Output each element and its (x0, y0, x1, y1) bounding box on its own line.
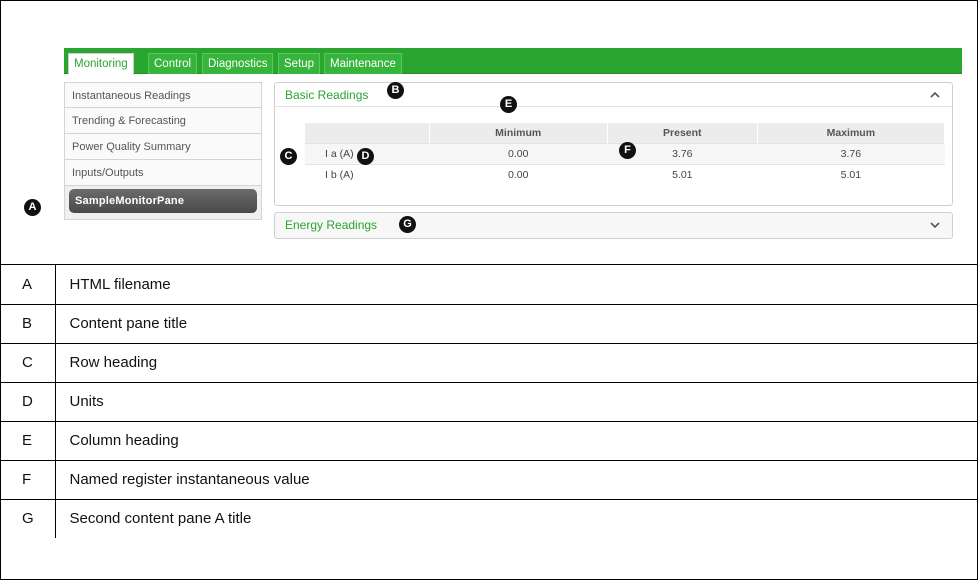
sidebar-item-instantaneous-readings[interactable]: Instantaneous Readings (64, 82, 262, 108)
callout-g: G (399, 216, 416, 233)
legend-key: A (0, 265, 56, 305)
tab-monitoring[interactable]: Monitoring (68, 53, 134, 75)
legend-key: E (0, 421, 56, 461)
callout-d: D (357, 148, 374, 165)
sidebar-item-trending-forecasting[interactable]: Trending & Forecasting (64, 108, 262, 134)
column-heading-minimum: Minimum (429, 123, 608, 143)
chevron-down-icon[interactable] (928, 218, 942, 232)
cell-minimum: 0.00 (429, 142, 608, 164)
legend-row: F Named register instantaneous value (0, 460, 978, 500)
chevron-up-icon[interactable] (928, 88, 942, 102)
legend-table: A HTML filename B Content pane title C Row … (0, 265, 978, 538)
legend-key: C (0, 343, 56, 383)
legend-row: A HTML filename (0, 265, 978, 305)
legend-description: Column heading (55, 421, 978, 461)
cell-present: 5.01 (607, 163, 758, 185)
legend-row: G Second content pane A title (0, 499, 978, 538)
callout-c: C (280, 148, 297, 165)
table-row: I b (A) 0.00 5.01 5.01 (305, 163, 945, 185)
content-pane-energy-readings: Energy Readings (274, 212, 953, 239)
callout-a: A (24, 199, 41, 216)
tab-control[interactable]: Control (148, 53, 198, 74)
legend-key: G (0, 499, 56, 538)
column-heading-present: Present (607, 123, 758, 143)
pane-title-basic-readings[interactable]: Basic Readings (275, 83, 952, 107)
legend-key: F (0, 460, 56, 500)
legend-description: Units (55, 382, 978, 422)
callout-b: B (387, 82, 404, 99)
web-page-ui: Monitoring Control Diagnostics Setup Mai… (64, 48, 962, 260)
legend-description: Content pane title (55, 304, 978, 344)
legend-key: D (0, 382, 56, 422)
legend-description: Named register instantaneous value (55, 460, 978, 500)
cell-minimum: 0.00 (429, 163, 608, 185)
column-heading-maximum: Maximum (757, 123, 946, 143)
cell-maximum: 5.01 (757, 163, 945, 185)
content-pane-basic-readings: Basic Readings Minimum Present Maximum I… (274, 82, 953, 206)
tab-diagnostics[interactable]: Diagnostics (202, 53, 274, 74)
legend-row: C Row heading (0, 343, 978, 383)
cell-maximum: 3.76 (757, 142, 945, 164)
row-heading: I b (A) (305, 163, 429, 185)
sidebar: Instantaneous Readings Trending & Foreca… (64, 82, 262, 220)
sidebar-item-inputs-outputs[interactable]: Inputs/Outputs (64, 160, 262, 186)
column-heading-blank (305, 123, 430, 143)
legend-key: B (0, 304, 56, 344)
legend-row: D Units (0, 382, 978, 422)
tab-bar: Monitoring Control Diagnostics Setup Mai… (64, 48, 962, 75)
sidebar-item-selected-wrapper: SampleMonitorPane (64, 186, 262, 220)
legend-row: B Content pane title (0, 304, 978, 344)
sidebar-item-power-quality-summary[interactable]: Power Quality Summary (64, 134, 262, 160)
tab-maintenance[interactable]: Maintenance (324, 53, 402, 74)
legend-description: Second content pane A title (69, 510, 252, 528)
legend-row: E Column heading (0, 421, 978, 461)
tab-setup[interactable]: Setup (278, 53, 321, 74)
sidebar-item-sample-monitor-pane[interactable]: SampleMonitorPane (69, 189, 257, 213)
pane-title-energy-readings[interactable]: Energy Readings (275, 213, 952, 237)
callout-f: F (619, 142, 636, 159)
callout-e: E (500, 96, 517, 113)
legend-description: HTML filename (55, 265, 978, 305)
legend-description: Row heading (55, 343, 978, 383)
